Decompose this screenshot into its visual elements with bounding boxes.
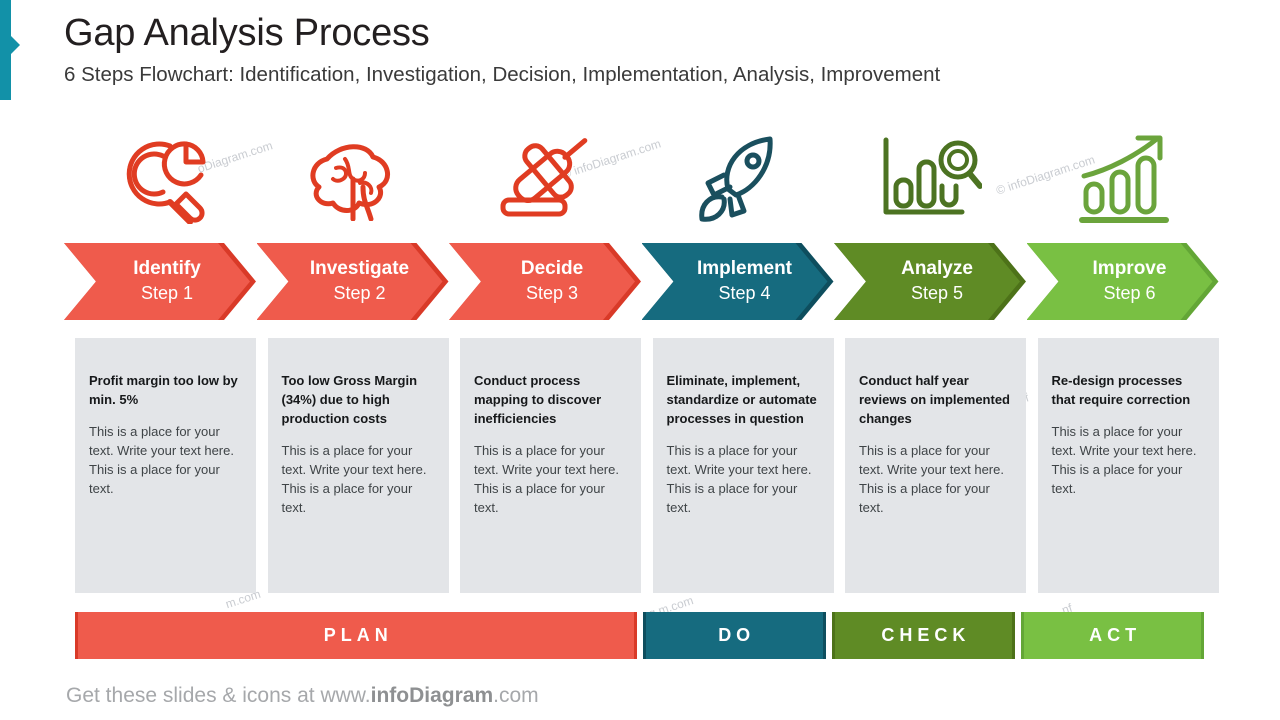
- step-content-box: Profit margin too low by min. 5% This is…: [75, 338, 256, 593]
- footer-suffix: .com: [493, 684, 539, 707]
- step-body-text: This is a place for your text. Write you…: [474, 442, 619, 515]
- step-heading: Eliminate, implement, standardize or aut…: [666, 373, 817, 426]
- footer-brand: infoDiagram: [370, 684, 494, 707]
- step-title: Identify: [133, 258, 201, 280]
- pdca-segment-do[interactable]: DO: [642, 612, 826, 659]
- step-content-box: Eliminate, implement, standardize or aut…: [652, 338, 834, 593]
- pdca-label: PLAN: [323, 625, 393, 645]
- pdca-bar: PLAN DO CHECK ACT: [75, 612, 1208, 659]
- step-heading: Too low Gross Margin (34%) due to high p…: [281, 373, 418, 426]
- step-heading: Re-design processes that require correct…: [1051, 373, 1191, 407]
- step-content-box: Conduct half year reviews on implemented…: [845, 338, 1026, 593]
- step-heading: Conduct process mapping to discover inef…: [474, 373, 602, 426]
- step-title: Improve: [1092, 258, 1167, 280]
- step-body-text: This is a place for your text. Write you…: [1051, 423, 1197, 497]
- header-accent-bar: [0, 0, 11, 100]
- header: Gap Analysis Process 6 Steps Flowchart: …: [64, 12, 1214, 87]
- step-title: Investigate: [309, 258, 410, 280]
- step-body-text: This is a place for your text. Write you…: [89, 423, 234, 497]
- step-chevron-step-1[interactable]: Identify Step 1: [64, 243, 256, 320]
- step-number: Step 6: [1103, 283, 1156, 304]
- pdca-label: ACT: [1089, 625, 1142, 645]
- step-title: Analyze: [901, 258, 973, 280]
- process-step-column: Decide Step 3 Conduct process mapping to…: [449, 125, 641, 670]
- step-body-text: This is a place for your text. Write you…: [666, 442, 812, 515]
- process-step-column: Investigate Step 2 Too low Gross Margin …: [256, 125, 449, 670]
- process-step-column: Implement Step 4 Eliminate, implement, s…: [641, 125, 834, 670]
- process-step-column: Analyze Step 5 Conduct half year reviews…: [834, 125, 1026, 670]
- step-title: Decide: [520, 258, 584, 280]
- pdca-label: CHECK: [881, 625, 971, 645]
- step-chevron-step-5[interactable]: Analyze Step 5: [834, 243, 1026, 320]
- footer-prefix: Get these slides & icons at www.: [66, 684, 371, 707]
- step-chevron-step-2[interactable]: Investigate Step 2: [256, 243, 449, 320]
- growth-chart-arrow-icon: [1027, 125, 1219, 230]
- pdca-label: DO: [718, 625, 756, 645]
- step-number: Step 4: [718, 283, 771, 304]
- pdca-segment-check[interactable]: CHECK: [831, 612, 1015, 659]
- step-content-box: Re-design processes that require correct…: [1037, 338, 1219, 593]
- rocket-icon: [642, 125, 834, 230]
- footer-promo: Get these slides & icons at www.infoDiag…: [66, 684, 539, 708]
- header-accent-arrow-icon: [11, 36, 20, 54]
- pdca-segment-act[interactable]: ACT: [1021, 612, 1205, 659]
- step-title: Implement: [696, 258, 793, 280]
- step-body-text: This is a place for your text. Write you…: [281, 442, 427, 515]
- step-heading: Conduct half year reviews on implemented…: [859, 373, 1010, 426]
- step-chevron-step-4[interactable]: Implement Step 4: [641, 243, 834, 320]
- step-number: Step 5: [910, 283, 964, 304]
- step-number: Step 3: [525, 283, 579, 304]
- step-chevron-step-6[interactable]: Improve Step 6: [1026, 243, 1219, 320]
- step-number: Step 2: [333, 283, 386, 304]
- step-content-box: Conduct process mapping to discover inef…: [460, 338, 641, 593]
- bar-chart-magnifier-icon: [834, 125, 1026, 230]
- step-heading: Profit margin too low by min. 5%: [89, 373, 238, 407]
- magnifier-pie-chart-icon: [64, 125, 256, 230]
- process-step-column: Identify Step 1 Profit margin too low by…: [64, 125, 256, 670]
- step-chevron-step-3[interactable]: Decide Step 3: [449, 243, 641, 320]
- brain-icon: [257, 125, 449, 230]
- process-columns: Identify Step 1 Profit margin too low by…: [64, 125, 1219, 670]
- gavel-icon: [449, 125, 641, 230]
- page-subtitle: 6 Steps Flowchart: Identification, Inves…: [64, 62, 941, 86]
- process-step-column: Improve Step 6 Re-design processes that …: [1026, 125, 1219, 670]
- pdca-segment-plan[interactable]: PLAN: [75, 612, 637, 659]
- page-title: Gap Analysis Process: [64, 12, 430, 54]
- step-body-text: This is a place for your text. Write you…: [859, 442, 1004, 515]
- step-number: Step 1: [140, 283, 194, 304]
- step-content-box: Too low Gross Margin (34%) due to high p…: [267, 338, 449, 593]
